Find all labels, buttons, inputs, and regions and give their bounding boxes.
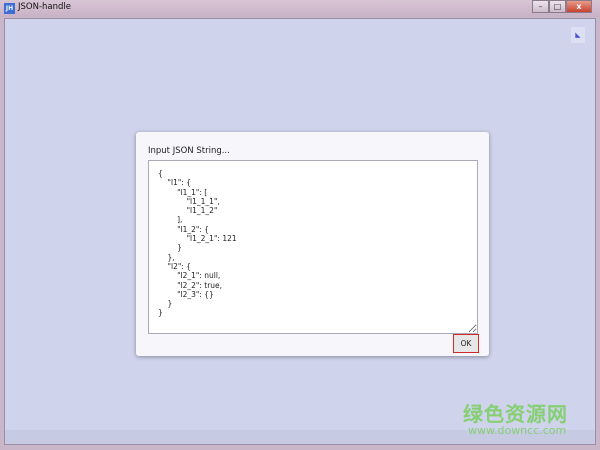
json-input[interactable]: { "l1": { "l1_1": [ "l1_1_1", "l1_1_2" ]… bbox=[148, 160, 478, 334]
watermark-logo: 绿色资源网 bbox=[463, 402, 568, 426]
watermark-url: www.downcc.com bbox=[468, 424, 567, 437]
corner-arrow-icon[interactable]: ◣ bbox=[571, 27, 585, 43]
input-json-dialog: Input JSON String... { "l1": { "l1_1": [… bbox=[136, 132, 489, 356]
title-bar: JH JSON-handle – □ x bbox=[0, 0, 600, 17]
ok-button[interactable]: OK bbox=[453, 334, 479, 353]
maximize-button[interactable]: □ bbox=[549, 0, 566, 13]
close-button[interactable]: x bbox=[566, 0, 592, 13]
window-title: JSON-handle bbox=[18, 2, 71, 12]
app-icon: JH bbox=[4, 3, 15, 14]
dialog-label: Input JSON String... bbox=[148, 146, 230, 156]
minimize-button[interactable]: – bbox=[532, 0, 549, 13]
